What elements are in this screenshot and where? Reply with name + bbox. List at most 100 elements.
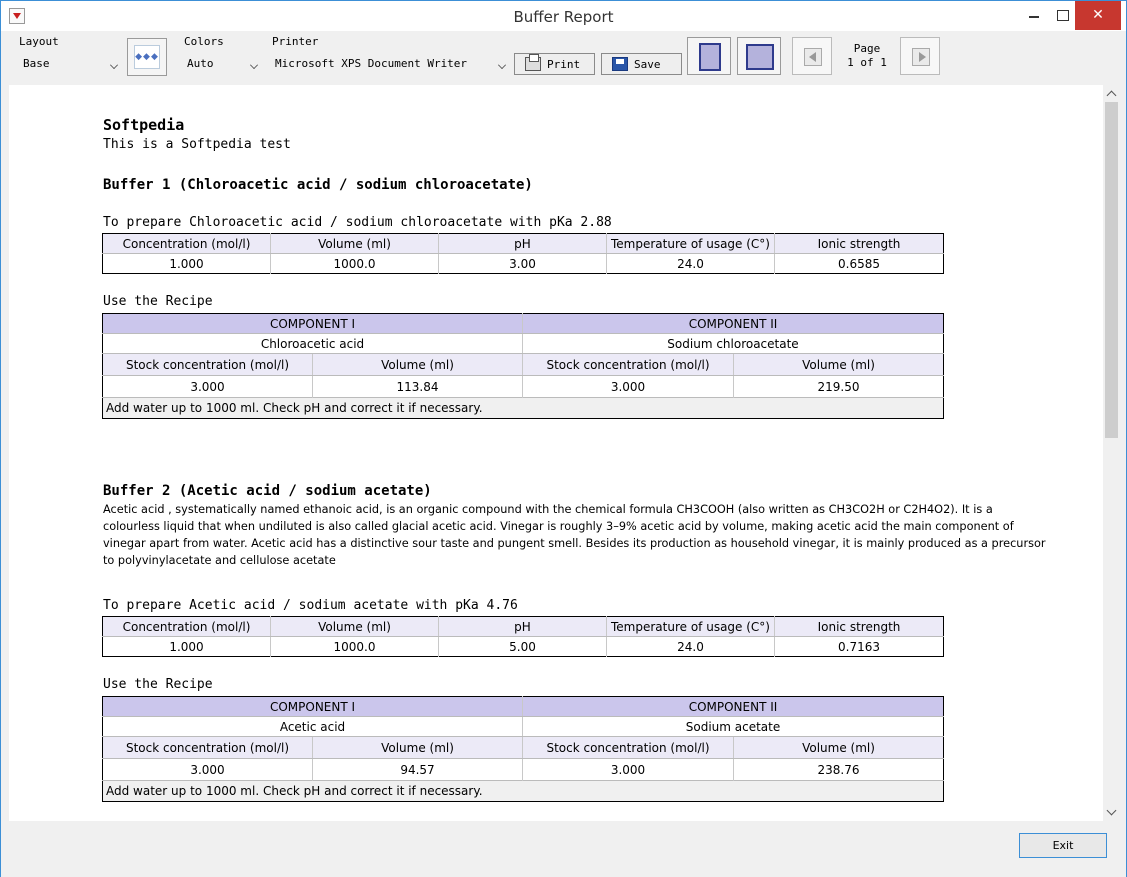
column-header: Volume (ml) — [312, 353, 523, 376]
note-row: Add water up to 1000 ml. Check pH and co… — [102, 397, 944, 419]
save-button[interactable]: Save — [601, 53, 682, 75]
arrow-right-icon — [912, 48, 930, 66]
table-cell: 1000.0 — [270, 636, 439, 657]
table-cell: 24.0 — [606, 636, 775, 657]
recipe-table: COMPONENT I COMPONENT II Chloroacetic ac… — [102, 313, 944, 419]
component-header: COMPONENT II — [522, 696, 944, 717]
table-cell: 3.00 — [438, 253, 607, 274]
buffer-properties-table: Concentration (mol/l) Volume (ml) pH Tem… — [102, 616, 944, 657]
scroll-down-icon[interactable] — [1103, 804, 1120, 821]
table-cell: 0.7163 — [774, 636, 944, 657]
recipe-table: COMPONENT I COMPONENT II Acetic acid Sod… — [102, 696, 944, 802]
landscape-view-button[interactable] — [737, 37, 781, 75]
component-name: Acetic acid — [102, 716, 523, 737]
column-header: Stock concentration (mol/l) — [522, 736, 734, 759]
table-cell: 3.000 — [522, 758, 734, 781]
buffer-heading: Buffer 2 (Acetic acid / sodium acetate) — [103, 483, 432, 499]
table-cell: 3.000 — [102, 375, 313, 398]
title-bar: Buffer Report ✕ — [1, 1, 1126, 31]
portrait-view-button[interactable] — [687, 37, 731, 75]
component-header-row: COMPONENT I COMPONENT II — [102, 696, 944, 717]
vertical-scrollbar[interactable] — [1103, 85, 1120, 821]
component-name-row: Chloroacetic acid Sodium chloroacetate — [102, 333, 944, 354]
component-header-row: COMPONENT I COMPONENT II — [102, 313, 944, 334]
table-cell: 1.000 — [102, 636, 271, 657]
page-label: Page — [853, 42, 881, 55]
table-cell: 238.76 — [733, 758, 944, 781]
component-name: Sodium chloroacetate — [522, 333, 944, 354]
table-cell: 24.0 — [606, 253, 775, 274]
scrollbar-thumb[interactable] — [1105, 102, 1118, 438]
buffer-report-window: Buffer Report ✕ Layout Base ◆◆◆ Colors A… — [0, 0, 1127, 877]
toolbar: Layout Base ◆◆◆ Colors Auto Printer Micr… — [1, 31, 1126, 79]
printer-label: Printer — [272, 35, 319, 48]
table-row: 1.000 1000.0 3.00 24.0 0.6585 — [102, 253, 944, 274]
component-name: Sodium acetate — [522, 716, 944, 737]
chevron-down-icon — [110, 61, 118, 67]
recipe-note: Add water up to 1000 ml. Check pH and co… — [102, 397, 944, 419]
table-header-row: Concentration (mol/l) Volume (ml) pH Tem… — [102, 616, 944, 637]
column-header: Ionic strength — [774, 233, 944, 254]
print-button[interactable]: Print — [514, 53, 595, 75]
column-header: Temperature of usage (C°) — [606, 233, 775, 254]
component-header: COMPONENT II — [522, 313, 944, 334]
buffer-heading: Buffer 1 (Chloroacetic acid / sodium chl… — [103, 177, 533, 193]
column-header: Volume (ml) — [270, 616, 439, 637]
previous-page-button[interactable] — [792, 37, 832, 75]
recipe-note: Add water up to 1000 ml. Check pH and co… — [102, 780, 944, 802]
recipe-header-row: Stock concentration (mol/l) Volume (ml) … — [102, 736, 944, 759]
chevron-down-icon — [498, 61, 506, 67]
report-document: Softpedia This is a Softpedia test Buffe… — [9, 85, 1120, 821]
page-value: 1 of 1 — [847, 56, 887, 69]
table-cell: 3.000 — [102, 758, 313, 781]
colors-label: Colors — [184, 35, 224, 48]
column-header: pH — [438, 233, 607, 254]
column-header: Stock concentration (mol/l) — [102, 736, 313, 759]
report-title: Softpedia — [103, 116, 185, 134]
printer-icon — [525, 54, 541, 71]
table-cell: 94.57 — [312, 758, 523, 781]
prepare-line: To prepare Chloroacetic acid / sodium ch… — [103, 215, 612, 230]
scroll-up-icon[interactable] — [1103, 85, 1120, 102]
recipe-label: Use the Recipe — [103, 677, 213, 692]
table-cell: 1000.0 — [270, 253, 439, 274]
table-row: 1.000 1000.0 5.00 24.0 0.7163 — [102, 636, 944, 657]
table-cell: 219.50 — [733, 375, 944, 398]
recipe-header-row: Stock concentration (mol/l) Volume (ml) … — [102, 353, 944, 376]
column-header: Volume (ml) — [270, 233, 439, 254]
column-header: Stock concentration (mol/l) — [522, 353, 734, 376]
maximize-button[interactable] — [1049, 1, 1075, 30]
close-button[interactable]: ✕ — [1075, 1, 1121, 30]
layout-preview-button[interactable]: ◆◆◆ — [127, 38, 167, 76]
exit-button[interactable]: Exit — [1019, 833, 1107, 858]
page-indicator: Page 1 of 1 — [845, 42, 889, 70]
table-cell: 5.00 — [438, 636, 607, 657]
report-subtitle: This is a Softpedia test — [103, 137, 291, 152]
floppy-disk-icon — [612, 57, 628, 71]
print-button-label: Print — [547, 58, 581, 71]
table-header-row: Concentration (mol/l) Volume (ml) pH Tem… — [102, 233, 944, 254]
column-header: Volume (ml) — [312, 736, 523, 759]
printer-select[interactable]: Microsoft XPS Document Writer — [269, 54, 509, 75]
column-header: Ionic strength — [774, 616, 944, 637]
table-cell: 113.84 — [312, 375, 523, 398]
layout-select[interactable]: Base — [17, 54, 121, 75]
save-button-label: Save — [634, 58, 661, 71]
layout-dots-icon: ◆◆◆ — [134, 45, 160, 69]
layout-select-value: Base — [23, 57, 50, 70]
arrow-left-icon — [804, 48, 822, 66]
landscape-page-icon — [746, 44, 774, 70]
column-header: Stock concentration (mol/l) — [102, 353, 313, 376]
buffer-properties-table: Concentration (mol/l) Volume (ml) pH Tem… — [102, 233, 944, 274]
column-header: Volume (ml) — [733, 736, 944, 759]
chevron-down-icon — [250, 61, 258, 67]
table-cell: 0.6585 — [774, 253, 944, 274]
component-name: Chloroacetic acid — [102, 333, 523, 354]
table-row: 3.000 113.84 3.000 219.50 — [102, 375, 944, 398]
minimize-button[interactable] — [1019, 1, 1049, 30]
colors-select[interactable]: Auto — [181, 54, 261, 75]
component-header: COMPONENT I — [102, 313, 523, 334]
printer-select-value: Microsoft XPS Document Writer — [275, 57, 468, 70]
column-header: pH — [438, 616, 607, 637]
next-page-button[interactable] — [900, 37, 940, 75]
